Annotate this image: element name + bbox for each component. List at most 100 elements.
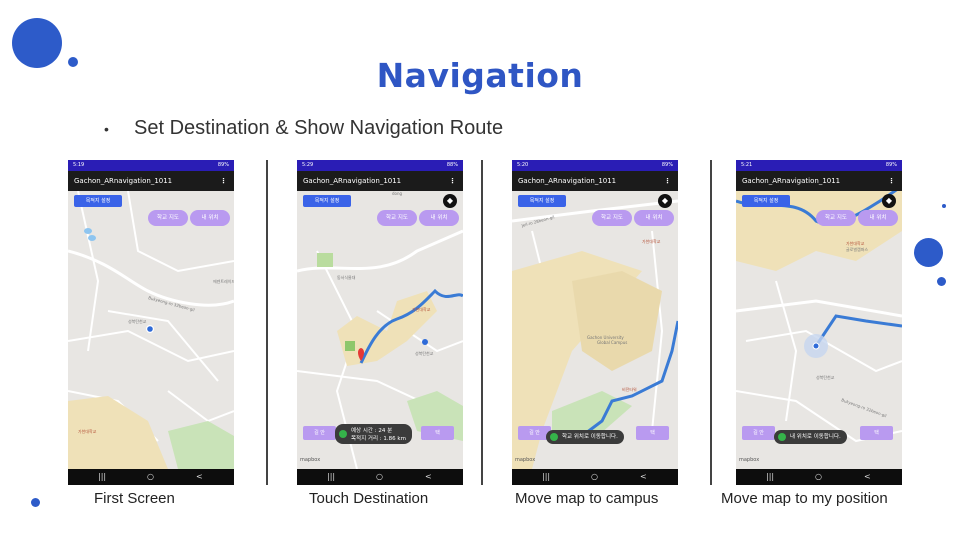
app-title: Gachon_ARnavigation_1011 bbox=[303, 177, 402, 185]
battery-level: 89% bbox=[217, 162, 229, 168]
app-bar: Gachon_ARnavigation_1011 ⋮ bbox=[512, 171, 678, 191]
svg-text:비전타워: 비전타워 bbox=[622, 386, 637, 392]
battery-level: 89% bbox=[885, 162, 897, 168]
svg-text:Global Campus: Global Campus bbox=[597, 340, 627, 345]
decor-dot-right-large bbox=[914, 238, 943, 267]
school-map-button[interactable]: 학교 지도 bbox=[592, 210, 632, 226]
app-icon bbox=[778, 433, 786, 441]
move-to-school-toast: 학교 위치로 이동합니다. bbox=[546, 430, 624, 444]
svg-text:가천대학교: 가천대학교 bbox=[78, 428, 97, 434]
status-bar: 5:19 89% bbox=[68, 160, 234, 171]
svg-text:성북탄천교: 성북탄천교 bbox=[816, 374, 835, 380]
svg-text:글로벌캠퍼스: 글로벌캠퍼스 bbox=[846, 246, 868, 252]
set-destination-button[interactable]: 목적지 설정 bbox=[74, 195, 122, 207]
bullet-symbol: • bbox=[104, 120, 109, 137]
school-map-button[interactable]: 학교 지도 bbox=[148, 210, 188, 226]
overflow-menu-icon[interactable]: ⋮ bbox=[664, 171, 671, 191]
mapbox-logo: mapbox bbox=[515, 457, 536, 463]
caption-move-map-to-campus: Move map to campus bbox=[515, 490, 659, 507]
decor-dot-bottom-left bbox=[31, 498, 40, 507]
home-icon[interactable]: ○ bbox=[591, 469, 598, 485]
android-nav-bar: ||| ○ < bbox=[68, 469, 234, 485]
home-icon[interactable]: ○ bbox=[376, 469, 383, 485]
bullet-item: • Set Destination & Show Navigation Route bbox=[104, 117, 503, 140]
home-icon[interactable]: ○ bbox=[147, 469, 154, 485]
app-title: Gachon_ARnavigation_1011 bbox=[74, 177, 173, 185]
svg-text:가천대학교: 가천대학교 bbox=[412, 306, 431, 312]
recents-icon[interactable]: ||| bbox=[327, 469, 335, 485]
back-icon[interactable]: < bbox=[640, 469, 647, 485]
my-location-button[interactable]: 내 위치 bbox=[858, 210, 898, 226]
svg-text:동서식물대: 동서식물대 bbox=[337, 274, 356, 280]
home-icon[interactable]: ○ bbox=[815, 469, 822, 485]
bullet-text: Set Destination & Show Navigation Route bbox=[134, 117, 504, 139]
decor-dot-right-small bbox=[937, 277, 946, 286]
toast-text: 내 위치로 이동합니다. bbox=[790, 434, 841, 440]
start-guidance-button[interactable]: 길 안 bbox=[742, 426, 775, 440]
phone-screenshot-touch-destination: 5:29 88% Gachon_ARnavigation_1011 ⋮ dong 동… bbox=[297, 160, 463, 485]
divider-2 bbox=[481, 160, 483, 485]
svg-text:dong: dong bbox=[392, 191, 403, 196]
overflow-menu-icon[interactable]: ⋮ bbox=[220, 171, 227, 191]
back-icon[interactable]: < bbox=[196, 469, 203, 485]
overflow-menu-icon[interactable]: ⋮ bbox=[449, 171, 456, 191]
app-icon bbox=[550, 433, 558, 441]
app-bar: Gachon_ARnavigation_1011 ⋮ bbox=[297, 171, 463, 191]
caption-move-map-to-my-position: Move map to my position bbox=[721, 490, 888, 507]
battery-level: 88% bbox=[446, 162, 458, 168]
my-location-button[interactable]: 내 위치 bbox=[190, 210, 230, 226]
status-time: 5:20 bbox=[517, 162, 529, 168]
svg-text:가천대학교: 가천대학교 bbox=[846, 240, 865, 246]
battery-level: 89% bbox=[661, 162, 673, 168]
svg-text:가천대학교: 가천대학교 bbox=[642, 238, 661, 244]
divider-1 bbox=[266, 160, 268, 485]
app-bar: Gachon_ARnavigation_1011 ⋮ bbox=[68, 171, 234, 191]
compass-icon[interactable]: ◆ bbox=[443, 194, 457, 208]
start-guidance-button[interactable]: 길 안 bbox=[303, 426, 336, 440]
move-to-my-position-toast: 내 위치로 이동합니다. bbox=[774, 430, 847, 444]
slide-title: Navigation bbox=[376, 56, 584, 95]
android-nav-bar: ||| ○ < bbox=[512, 469, 678, 485]
route-info-toast: 예상 시간 : 24 분 목적지 거리 : 1.86 km bbox=[335, 424, 412, 444]
my-location-button[interactable]: 내 위치 bbox=[634, 210, 674, 226]
set-destination-button[interactable]: 목적지 설정 bbox=[742, 195, 790, 207]
android-nav-bar: ||| ○ < bbox=[736, 469, 902, 485]
select-button[interactable]: 택 bbox=[421, 426, 454, 440]
phone-screenshot-move-to-my-position: 5:21 89% Gachon_ARnavigation_1011 ⋮ 가천대학교 … bbox=[736, 160, 902, 485]
phone-screenshot-first-screen: 5:19 89% Gachon_ARnavigation_1011 ⋮ Bukyeo… bbox=[68, 160, 234, 485]
mapbox-logo: mapbox bbox=[300, 457, 321, 463]
svg-text:성북탄천교: 성북탄천교 bbox=[415, 350, 434, 356]
recents-icon[interactable]: ||| bbox=[766, 469, 774, 485]
svg-text:성북탄천교: 성북탄천교 bbox=[128, 318, 147, 324]
my-location-button[interactable]: 내 위치 bbox=[419, 210, 459, 226]
compass-icon[interactable]: ◆ bbox=[658, 194, 672, 208]
caption-touch-destination: Touch Destination bbox=[309, 490, 429, 507]
recents-icon[interactable]: ||| bbox=[98, 469, 106, 485]
back-icon[interactable]: < bbox=[864, 469, 871, 485]
status-time: 5:29 bbox=[302, 162, 314, 168]
set-destination-button[interactable]: 목적지 설정 bbox=[518, 195, 566, 207]
status-bar: 5:20 89% bbox=[512, 160, 678, 171]
school-map-button[interactable]: 학교 지도 bbox=[377, 210, 417, 226]
app-icon bbox=[339, 430, 347, 438]
overflow-menu-icon[interactable]: ⋮ bbox=[888, 171, 895, 191]
toast-text: 학교 위치로 이동합니다. bbox=[562, 434, 618, 440]
phone-screenshot-move-to-campus: 5:20 89% Gachon_ARnavigation_1011 ⋮ Jeil-r… bbox=[512, 160, 678, 485]
back-icon[interactable]: < bbox=[425, 469, 432, 485]
divider-3 bbox=[710, 160, 712, 485]
select-button[interactable]: 택 bbox=[636, 426, 669, 440]
school-map-button[interactable]: 학교 지도 bbox=[816, 210, 856, 226]
app-title: Gachon_ARnavigation_1011 bbox=[518, 177, 617, 185]
select-button[interactable]: 택 bbox=[860, 426, 893, 440]
destination-distance-text: 목적지 거리 : 1.86 km bbox=[351, 436, 406, 442]
mapbox-logo: mapbox bbox=[739, 457, 760, 463]
status-bar: 5:29 88% bbox=[297, 160, 463, 171]
caption-first-screen: First Screen bbox=[94, 490, 175, 507]
status-time: 5:21 bbox=[741, 162, 753, 168]
compass-icon[interactable]: ◆ bbox=[882, 194, 896, 208]
app-bar: Gachon_ARnavigation_1011 ⋮ bbox=[736, 171, 902, 191]
recents-icon[interactable]: ||| bbox=[542, 469, 550, 485]
set-destination-button[interactable]: 목적지 설정 bbox=[303, 195, 351, 207]
map-view[interactable]: Bukyeong-ro 32beon-gil 성북탄천교 에덴트레이드 가천대학… bbox=[68, 191, 234, 469]
svg-text:에덴트레이드: 에덴트레이드 bbox=[213, 278, 234, 284]
